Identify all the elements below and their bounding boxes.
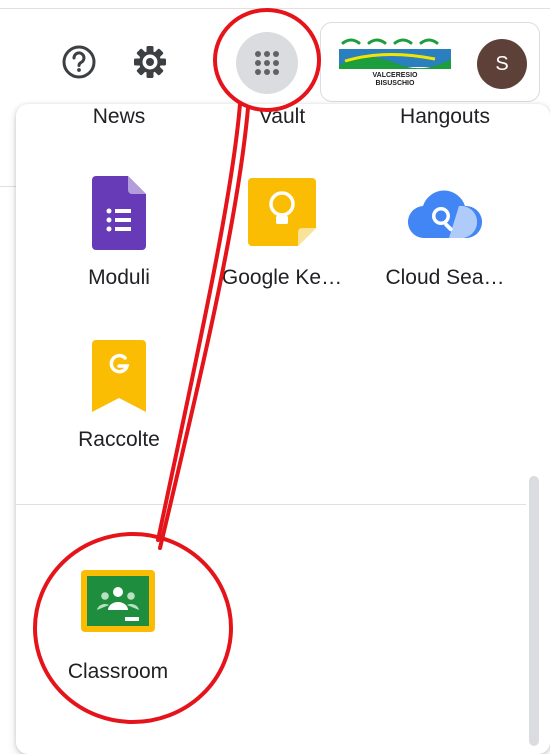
- google-keep-icon: [248, 178, 316, 246]
- organization-logo: VALCERESIO BISUSCHIO: [335, 33, 455, 89]
- top-divider: [0, 8, 550, 9]
- google-apps-button[interactable]: [236, 32, 298, 94]
- settings-button[interactable]: [131, 43, 169, 81]
- org-logo-line-2: BISUSCHIO: [376, 80, 415, 87]
- google-classroom-icon: [81, 570, 155, 632]
- apps-grid-icon: [255, 51, 279, 75]
- avatar-initial: S: [495, 52, 509, 75]
- help-button[interactable]: [60, 43, 98, 81]
- app-label-moduli: Moduli: [88, 266, 150, 289]
- org-logo-line-1: VALCERESIO: [373, 72, 419, 79]
- cloud-search-icon: [407, 190, 483, 239]
- app-label-cloud-search: Cloud Sea…: [385, 266, 505, 289]
- apps-panel: News Vault Hangouts Moduli Google Ke… Cl…: [16, 104, 550, 754]
- google-forms-icon: [92, 176, 146, 250]
- app-label-raccolte: Raccolte: [78, 428, 160, 451]
- account-switcher[interactable]: VALCERESIO BISUSCHIO S: [320, 22, 540, 102]
- scrollbar[interactable]: [529, 476, 539, 746]
- app-label-vault[interactable]: Vault: [217, 105, 347, 129]
- help-circle-icon: [62, 45, 96, 79]
- app-label-hangouts[interactable]: Hangouts: [380, 105, 510, 129]
- gear-icon: [134, 46, 166, 78]
- section-divider: [16, 504, 526, 505]
- app-label-classroom: Classroom: [67, 660, 169, 683]
- app-label-google-keep: Google Ke…: [221, 266, 343, 289]
- google-collections-icon: [92, 340, 146, 412]
- app-label-news[interactable]: News: [54, 105, 184, 129]
- avatar[interactable]: S: [477, 39, 527, 89]
- page-divider: [0, 186, 16, 187]
